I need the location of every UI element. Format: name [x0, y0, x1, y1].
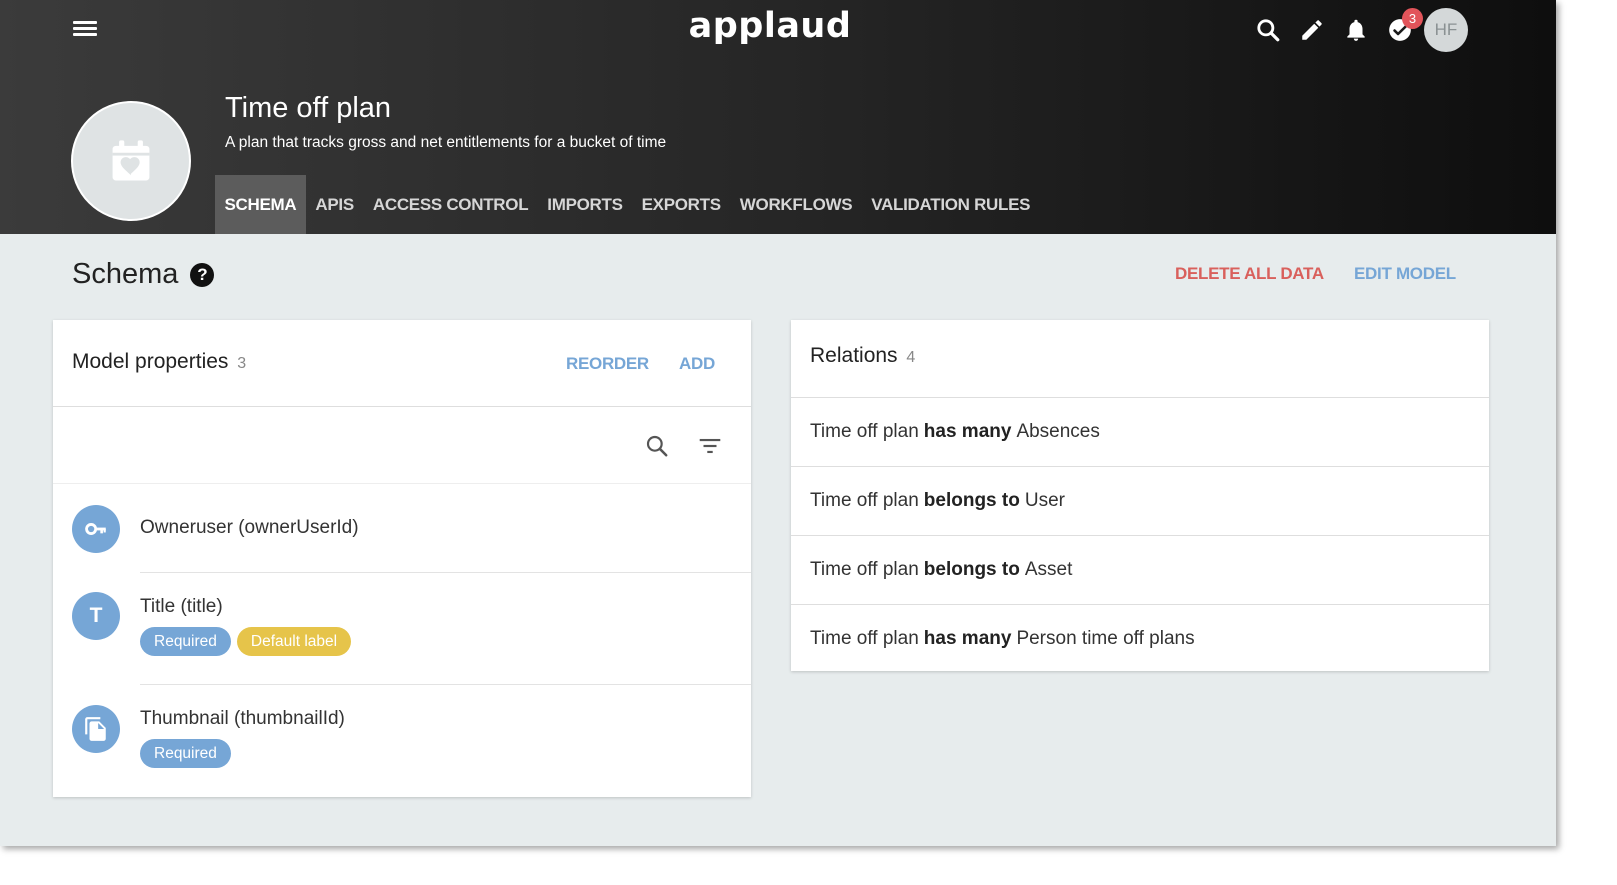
key-icon [72, 505, 120, 553]
relation-subject: Time off plan [810, 628, 919, 649]
bell-icon[interactable] [1334, 8, 1378, 52]
relations-card: Relations 4 Time off plan has many Absen… [791, 320, 1489, 671]
relation-target: Person time off plans [1016, 628, 1195, 649]
notification-badge: 3 [1402, 8, 1423, 29]
help-icon[interactable]: ? [190, 262, 215, 287]
relation-subject: Time off plan [810, 421, 919, 442]
property-chips: Required [140, 739, 237, 768]
tab-validation-rules[interactable]: VALIDATION RULES [862, 175, 1040, 234]
reorder-button[interactable]: REORDER [566, 354, 649, 374]
model-properties-title: Model properties 3 [72, 350, 246, 374]
page-title-row: Schema ? [72, 258, 215, 291]
card-title-text: Relations [810, 344, 898, 367]
tab-workflows[interactable]: WORKFLOWS [730, 175, 862, 234]
model-title: Time off plan [225, 92, 392, 124]
relation-target: Asset [1024, 559, 1073, 580]
card-title-text: Model properties [72, 350, 229, 373]
avatar[interactable]: HF [1424, 8, 1468, 52]
property-name: Title (title) [140, 596, 223, 617]
calendar-heart-icon [71, 101, 191, 221]
tab-exports[interactable]: EXPORTS [632, 175, 730, 234]
relation-row[interactable]: Time off plan has many Person time off p… [791, 604, 1489, 673]
relations-title: Relations 4 [810, 344, 915, 368]
relation-subject: Time off plan [810, 559, 919, 580]
relation-row[interactable]: Time off plan has many Absences [791, 397, 1489, 466]
relation-row[interactable]: Time off plan belongs to Asset [791, 535, 1489, 604]
pencil-icon[interactable] [1290, 8, 1334, 52]
relation-kind: has many [923, 628, 1012, 649]
required-chip: Required [140, 739, 231, 768]
relations-header: Relations 4 [791, 320, 1489, 397]
model-description: A plan that tracks gross and net entitle… [225, 134, 667, 151]
property-row[interactable]: Thumbnail (thumbnailId) Required [53, 685, 751, 795]
required-chip: Required [140, 627, 231, 656]
model-tabs: SCHEMA APIS ACCESS CONTROL IMPORTS EXPOR… [215, 175, 1040, 234]
text-type-glyph: T [89, 604, 103, 627]
relation-target: User [1024, 490, 1065, 511]
relation-target: Absences [1016, 421, 1100, 442]
delete-all-data-button[interactable]: DELETE ALL DATA [1175, 264, 1324, 284]
app-window: applaud 3 HF Time off plan A plan that t… [0, 0, 1556, 846]
property-name: Owneruser (ownerUserId) [140, 517, 359, 538]
text-type-icon: T [72, 592, 120, 640]
relation-row[interactable]: Time off plan belongs to User [791, 466, 1489, 535]
property-name: Thumbnail (thumbnailId) [140, 708, 345, 729]
top-actions: 3 HF [1246, 8, 1468, 52]
property-row[interactable]: T Title (title) Required Default label [53, 573, 751, 685]
default-label-chip: Default label [236, 627, 352, 656]
property-row[interactable]: Owneruser (ownerUserId) [53, 485, 751, 573]
tab-imports[interactable]: IMPORTS [538, 175, 632, 234]
tab-apis[interactable]: APIS [306, 175, 363, 234]
check-circle-icon[interactable]: 3 [1378, 8, 1423, 52]
relation-kind: has many [923, 421, 1012, 442]
header: applaud 3 HF Time off plan A plan that t… [0, 0, 1556, 234]
page-title: Schema [72, 258, 179, 290]
search-icon[interactable] [642, 431, 672, 461]
properties-count: 3 [237, 355, 247, 372]
relation-subject: Time off plan [810, 490, 919, 511]
tab-access-control[interactable]: ACCESS CONTROL [363, 175, 537, 234]
file-copy-icon [72, 705, 120, 753]
properties-toolbar [53, 407, 751, 484]
filter-icon[interactable] [695, 431, 725, 461]
property-chips: Required Default label [140, 627, 357, 656]
model-properties-card: Model properties 3 REORDER ADD Owneruser… [53, 320, 751, 797]
search-icon[interactable] [1246, 8, 1290, 52]
relation-kind: belongs to [923, 559, 1020, 580]
edit-model-button[interactable]: EDIT MODEL [1354, 264, 1456, 284]
add-property-button[interactable]: ADD [679, 354, 715, 374]
tab-schema[interactable]: SCHEMA [215, 175, 306, 234]
relations-count: 4 [906, 349, 916, 366]
model-properties-header: Model properties 3 REORDER ADD [53, 320, 751, 407]
relation-kind: belongs to [923, 490, 1020, 511]
